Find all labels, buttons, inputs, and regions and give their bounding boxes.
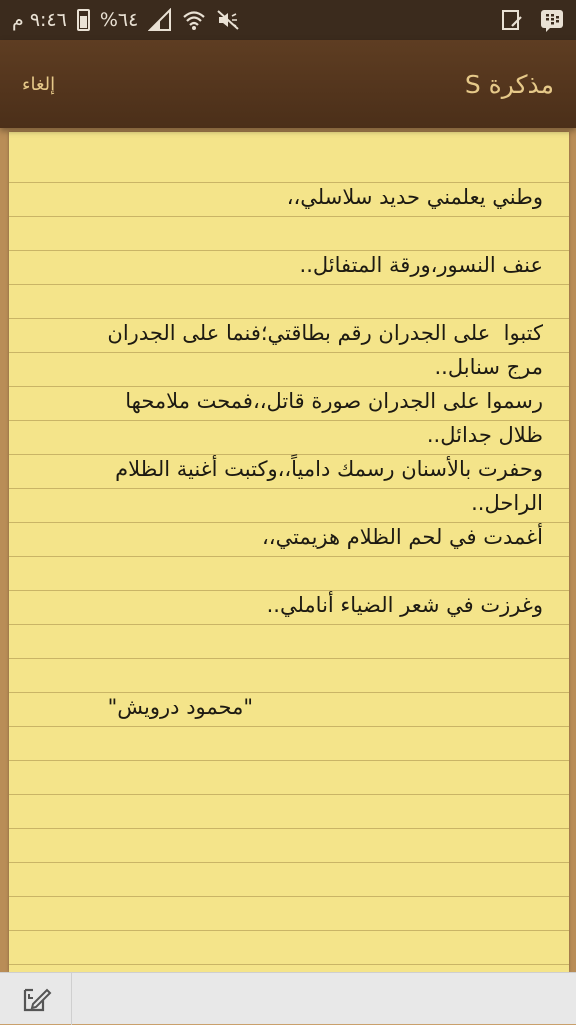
note-line: وغرزت في شعر الضياء أناملي.. <box>266 593 543 617</box>
status-left: ٩:٤٦ م %٦٤ <box>12 8 240 32</box>
app-title: مذكرة S <box>464 69 554 99</box>
note-line: رسموا على الجدران صورة قاتل،،فمحت ملامحه… <box>125 389 543 413</box>
note-line <box>49 214 543 248</box>
mute-icon <box>217 10 239 30</box>
battery-percent: %٦٤ <box>99 9 139 31</box>
note-line: وحفرت بالأسنان رسمك دامياً،،وكتبت أغنية … <box>115 457 543 481</box>
wifi-icon <box>183 11 206 30</box>
screenshot-notification-icon <box>502 10 522 30</box>
bbm-notification-icon <box>541 10 563 32</box>
note-line: أغمدت في لحم الظلام هزيمتي،، <box>262 525 543 549</box>
note-frame: وطني يعلمني حديد سلاسلي،، عنف النسور،ورق… <box>0 128 576 972</box>
note-line: ظلال جدائل.. <box>426 423 543 447</box>
bottom-toolbar <box>0 972 576 1025</box>
note-line <box>49 282 543 316</box>
note-text[interactable]: وطني يعلمني حديد سلاسلي،، عنف النسور،ورق… <box>49 180 543 724</box>
note-line: الراحل.. <box>471 491 543 515</box>
note-line: عنف النسور،ورقة المتفائل.. <box>299 253 543 277</box>
battery-icon <box>76 9 90 31</box>
note-line: وطني يعلمني حديد سلاسلي،، <box>286 185 543 209</box>
note-signature: "محمود درويش" <box>107 695 253 719</box>
clock: ٩:٤٦ م <box>12 9 67 31</box>
note-line: كتبوا على الجدران رقم بطاقتي؛فنما على ال… <box>107 321 543 345</box>
cancel-button[interactable]: إلغاء <box>22 74 55 95</box>
action-bar: إلغاء مذكرة S <box>0 40 576 128</box>
edit-note-icon <box>23 988 51 1011</box>
status-right <box>500 8 564 32</box>
note-paper[interactable]: وطني يعلمني حديد سلاسلي،، عنف النسور،ورق… <box>9 132 569 972</box>
note-line <box>49 554 543 588</box>
note-line: مرج سنابل.. <box>434 355 544 379</box>
signal-icon <box>148 8 172 31</box>
edit-button[interactable] <box>0 972 72 1025</box>
note-line <box>49 656 543 690</box>
note-line <box>49 622 543 656</box>
status-bar: ٩:٤٦ م %٦٤ <box>0 0 576 40</box>
